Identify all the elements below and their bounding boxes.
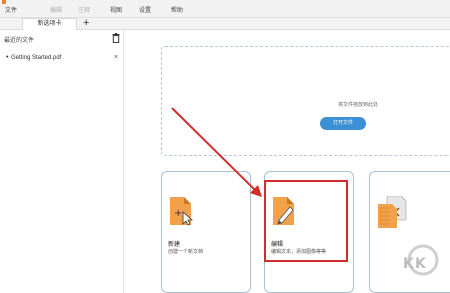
recent-files-sidebar: 最近的文件 • Getting Started.pdf × (0, 30, 124, 293)
new-document-card[interactable]: + 新建 创建一个新文档 (161, 171, 251, 293)
watermark-logo-icon: K K (403, 244, 439, 276)
menu-settings[interactable]: 设置 (139, 6, 151, 16)
edit-card-title: 编辑 (271, 242, 284, 248)
menu-view[interactable]: 视图 (110, 6, 122, 16)
trash-icon[interactable] (112, 33, 120, 43)
menu-file[interactable]: 文件 (5, 6, 17, 16)
convert-document-icon (378, 196, 407, 228)
menu-edit[interactable]: 编辑 (50, 6, 62, 16)
edit-document-icon (273, 197, 294, 225)
menu-comment[interactable]: 注释 (78, 6, 90, 16)
menu-help[interactable]: 帮助 (171, 6, 183, 16)
menu-bar: 文件 编辑 注释 视图 设置 帮助 (0, 4, 450, 18)
remove-recent-file-icon[interactable]: × (114, 53, 118, 62)
svg-text:K: K (415, 256, 427, 272)
recent-file-name: Getting Started.pdf (11, 55, 62, 61)
tab-bar: 新选项卡 + (0, 17, 450, 30)
edit-card-description: 编辑文本，添加图像等等 (271, 249, 327, 255)
open-file-button[interactable]: 打开文件 (320, 117, 366, 130)
file-drop-zone[interactable]: 将文件拖放到此处 打开文件 (161, 46, 450, 156)
add-tab-button[interactable]: + (83, 17, 89, 29)
drop-zone-text: 将文件拖放到此处 (338, 102, 379, 108)
svg-text:K: K (403, 256, 415, 272)
recent-file-item[interactable]: • Getting Started.pdf × (0, 52, 123, 64)
file-bullet-icon: • (6, 54, 9, 61)
edit-document-card[interactable]: 编辑 编辑文本，添加图像等等 (264, 171, 354, 293)
new-card-title: 新建 (168, 242, 181, 248)
tab-new[interactable]: 新选项卡 (22, 18, 77, 30)
recent-files-heading: 最近的文件 (4, 38, 35, 44)
svg-text:+: + (174, 208, 182, 219)
new-document-icon: + (170, 197, 193, 226)
new-card-description: 创建一个新文档 (168, 249, 204, 255)
